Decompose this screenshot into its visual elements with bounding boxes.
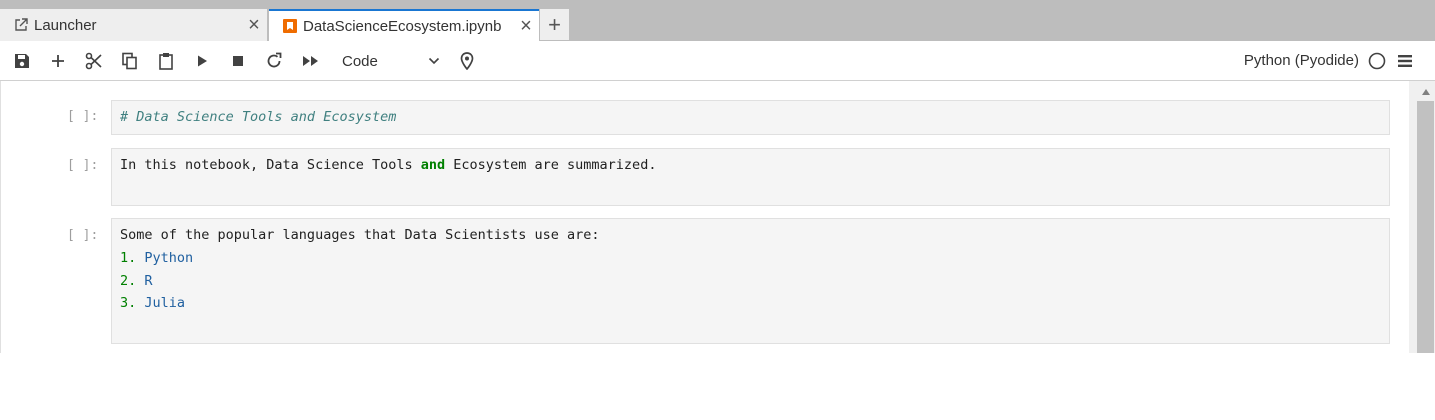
kernel-name[interactable]: Python (Pyodide) (1244, 52, 1359, 69)
keyword-and: and (420, 157, 446, 173)
menu-icon[interactable] (1394, 50, 1416, 72)
close-icon[interactable]: × (513, 16, 539, 36)
tab-notebook[interactable]: DataScienceEcosystem.ipynb × (269, 9, 539, 41)
cut-icon[interactable] (83, 50, 105, 72)
restart-icon[interactable] (263, 50, 285, 72)
notebook-icon (283, 19, 297, 33)
cell-2-text-end: Ecosystem are summarized. (445, 157, 657, 173)
scroll-up-icon[interactable] (1417, 85, 1434, 99)
list-item-number: 3. (120, 295, 137, 311)
kernel-status-icon (1366, 50, 1388, 72)
new-tab-button[interactable]: + (540, 9, 569, 40)
run-icon[interactable] (191, 50, 213, 72)
list-item: 2. R (120, 273, 153, 289)
cell-1-text: # Data Science Tools and Ecosystem (120, 109, 397, 125)
cell-type-value: Code (342, 52, 378, 70)
list-item-number: 2. (120, 273, 137, 289)
cell-prompt: [ ]: (67, 158, 99, 173)
tab-label: DataScienceEcosystem.ipynb (303, 17, 502, 35)
code-cell-3[interactable]: Some of the popular languages that Data … (111, 218, 1390, 344)
cell-3-intro: Some of the popular languages that Data … (120, 227, 600, 243)
list-item: 3. Julia (120, 295, 185, 311)
add-cell-icon[interactable] (47, 50, 69, 72)
close-icon[interactable]: × (241, 15, 267, 35)
tab-launcher[interactable]: Launcher × (0, 9, 268, 41)
scrollbar-thumb[interactable] (1417, 101, 1434, 353)
list-item: 1. Python (120, 250, 193, 266)
tab-bar: Launcher × DataScienceEcosystem.ipynb × … (0, 0, 1435, 41)
save-icon[interactable] (11, 50, 33, 72)
location-pin-icon[interactable] (456, 50, 478, 72)
cell-prompt: [ ]: (67, 109, 99, 124)
chevron-down-icon (428, 54, 440, 71)
cell-prompt: [ ]: (67, 228, 99, 243)
cell-2-text-start: In this notebook, Data Science Tools (120, 157, 421, 173)
notebook-panel: [ ]: # Data Science Tools and Ecosystem … (0, 81, 1435, 353)
notebook-toolbar: Code Python (Pyodide) (0, 41, 1435, 81)
vertical-scrollbar[interactable] (1409, 81, 1435, 353)
copy-icon[interactable] (119, 50, 141, 72)
code-cell-1[interactable]: # Data Science Tools and Ecosystem (111, 100, 1390, 135)
cell-type-select[interactable]: Code (342, 50, 442, 72)
list-item-language: Python (144, 250, 194, 266)
list-item-language: R (144, 273, 153, 289)
code-cell-2[interactable]: In this notebook, Data Science Tools and… (111, 148, 1390, 206)
list-item-language: Julia (144, 295, 186, 311)
tab-label: Launcher (34, 16, 97, 34)
external-link-icon (14, 18, 28, 32)
fast-forward-icon[interactable] (300, 50, 322, 72)
list-item-number: 1. (120, 250, 137, 266)
paste-icon[interactable] (155, 50, 177, 72)
cell-2-line: In this notebook, Data Science Tools and… (120, 157, 656, 173)
stop-icon[interactable] (227, 50, 249, 72)
